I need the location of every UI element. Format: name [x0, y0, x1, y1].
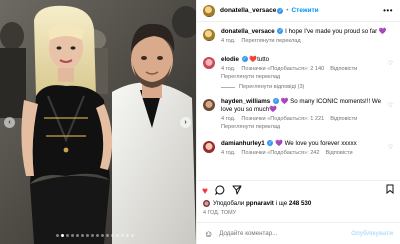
more-icon[interactable]: •••	[383, 6, 393, 15]
chevron-left-icon: ‹	[8, 119, 11, 126]
carousel-dot	[101, 234, 104, 237]
commenter-avatar[interactable]	[203, 99, 215, 111]
comment-time: 4 год.	[221, 150, 236, 156]
add-comment-bar: ☺ Опублікувати	[197, 222, 400, 244]
comment-time: 4 год.	[221, 66, 236, 72]
comment-like-heart-icon[interactable]: ♡	[388, 144, 393, 151]
bookmark-icon[interactable]	[386, 184, 394, 196]
liker-username[interactable]: ppnaravit	[246, 200, 274, 207]
comment-time: 4 год.	[221, 116, 236, 122]
verified-badge-icon: ✓	[241, 56, 248, 63]
caption-time: 4 год.	[221, 38, 236, 44]
verified-badge-icon: ✓	[277, 7, 284, 14]
comment-meta: 4 год. Позначки «Подобається»: 242 Відпо…	[221, 150, 391, 156]
comment-body: elodie ✓ ❤️tutto 4 год. Позначки «Подоба…	[221, 56, 391, 90]
comment-text: 💜 We love you forever xxxxx	[275, 140, 357, 147]
liker-avatar[interactable]	[203, 200, 210, 207]
comment-translate-link[interactable]: Переглянути переклад	[221, 74, 391, 80]
caption-meta: 4 год. Переглянути переклад	[221, 38, 391, 44]
comment-like-heart-icon[interactable]: ♡	[388, 60, 393, 67]
carousel-dot	[111, 234, 114, 237]
post-side-panel: donatella_versace ✓ • Стежити ••• donate…	[196, 0, 400, 244]
comment-username[interactable]: elodie	[221, 56, 239, 63]
carousel-dot	[126, 234, 129, 237]
separator-dot: •	[286, 7, 289, 14]
author-avatar[interactable]	[203, 4, 215, 17]
likes-prefix: Уподобали	[213, 200, 245, 207]
comment-body: damianhurley1 ✓ 💜 We love you forever xx…	[221, 140, 391, 156]
caption-username[interactable]: donatella_versace	[221, 28, 275, 35]
carousel-dot	[86, 234, 89, 237]
verified-badge-icon: ✓	[277, 28, 284, 35]
caption-avatar[interactable]	[203, 29, 215, 41]
carousel-dot	[121, 234, 124, 237]
comment-text: ❤️tutto	[249, 56, 270, 63]
carousel-dot	[116, 234, 119, 237]
comment-item: hayden_williams ✓ 💜 So many ICONIC momen…	[203, 98, 399, 130]
author-username[interactable]: donatella_versace	[220, 7, 276, 14]
comment-username[interactable]: hayden_williams	[221, 98, 270, 105]
action-icons: ♥	[202, 185, 242, 198]
carousel-dot	[81, 234, 84, 237]
comment-reply-link[interactable]: Відповісти	[326, 150, 353, 156]
publish-button[interactable]: Опублікувати	[351, 230, 393, 237]
carousel-dot	[91, 234, 94, 237]
likes-summary: Уподобали ppnaravit і ще 248 530	[203, 200, 311, 207]
share-icon[interactable]	[232, 185, 242, 198]
commenter-avatar[interactable]	[203, 141, 215, 153]
comment-likes-link[interactable]: Позначки «Подобається»: 242	[241, 150, 319, 156]
post-caption: donatella_versace ✓ I hope I've made you…	[203, 28, 399, 44]
carousel-dot	[71, 234, 74, 237]
comment-translate-link[interactable]: Переглянути переклад	[221, 124, 391, 130]
comments-list: donatella_versace ✓ I hope I've made you…	[197, 22, 400, 180]
carousel-next-button[interactable]: ›	[180, 117, 191, 128]
comment-input[interactable]	[219, 230, 360, 237]
comment-like-heart-icon[interactable]: ♡	[388, 102, 393, 109]
comment-reply-link[interactable]: Відповісти	[330, 66, 357, 72]
post-photo: ‹ ›	[0, 0, 196, 244]
carousel-dot	[106, 234, 109, 237]
emoji-icon[interactable]: ☺	[204, 229, 213, 239]
view-replies-link[interactable]: Переглянути відповіді (3)	[221, 84, 391, 90]
caption-body: donatella_versace ✓ I hope I've made you…	[221, 28, 391, 44]
likes-suffix: і ще	[275, 200, 288, 207]
carousel-dot	[131, 234, 134, 237]
chevron-right-icon: ›	[184, 119, 187, 126]
carousel-prev-button[interactable]: ‹	[4, 117, 15, 128]
carousel-dot	[66, 234, 69, 237]
comment-username[interactable]: damianhurley1	[221, 140, 265, 147]
comment-text-line: elodie ✓ ❤️tutto	[221, 56, 391, 64]
likes-count[interactable]: 248 530	[289, 200, 311, 207]
comment-body: hayden_williams ✓ 💜 So many ICONIC momen…	[221, 98, 391, 130]
carousel-dot	[96, 234, 99, 237]
carousel-indicator	[56, 234, 134, 237]
commenter-avatar[interactable]	[203, 57, 215, 69]
comment-meta: 4 год. Позначки «Подобається»: 1 221 Від…	[221, 116, 391, 122]
comment-reply-link[interactable]: Відповісти	[330, 116, 357, 122]
comment-likes-link[interactable]: Позначки «Подобається»: 2 140	[241, 66, 324, 72]
comment-likes-link[interactable]: Позначки «Подобається»: 1 221	[241, 116, 324, 122]
comment-meta: 4 год. Позначки «Подобається»: 2 140 Від…	[221, 66, 391, 72]
view-replies-label: Переглянути відповіді (3)	[239, 84, 305, 90]
carousel-dot	[56, 234, 59, 237]
comment-icon[interactable]	[214, 185, 225, 198]
carousel-dot	[61, 234, 64, 237]
caption-text-line: donatella_versace ✓ I hope I've made you…	[221, 28, 391, 36]
verified-badge-icon: ✓	[267, 140, 274, 147]
comment-item: elodie ✓ ❤️tutto 4 год. Позначки «Подоба…	[203, 56, 399, 90]
comment-text-line: damianhurley1 ✓ 💜 We love you forever xx…	[221, 140, 391, 148]
post-time-ago: 4 ГОД. ТОМУ	[203, 210, 236, 216]
comment-item: damianhurley1 ✓ 💜 We love you forever xx…	[203, 140, 399, 156]
caption-text: I hope I've made you proud so far 💜	[285, 28, 387, 35]
carousel-dot	[76, 234, 79, 237]
replies-divider	[221, 86, 235, 88]
heart-icon[interactable]: ♥	[202, 186, 208, 197]
follow-button[interactable]: Стежити	[291, 7, 318, 14]
post-header: donatella_versace ✓ • Стежити •••	[197, 0, 400, 22]
verified-badge-icon: ✓	[272, 98, 279, 105]
photo-illustration	[0, 0, 196, 244]
post-actions: ♥ Уподобали ppnaravit і ще 248 530 4 ГОД…	[197, 180, 400, 220]
comment-text-line: hayden_williams ✓ 💜 So many ICONIC momen…	[221, 98, 391, 114]
caption-translate-link[interactable]: Переглянути переклад	[241, 38, 300, 44]
